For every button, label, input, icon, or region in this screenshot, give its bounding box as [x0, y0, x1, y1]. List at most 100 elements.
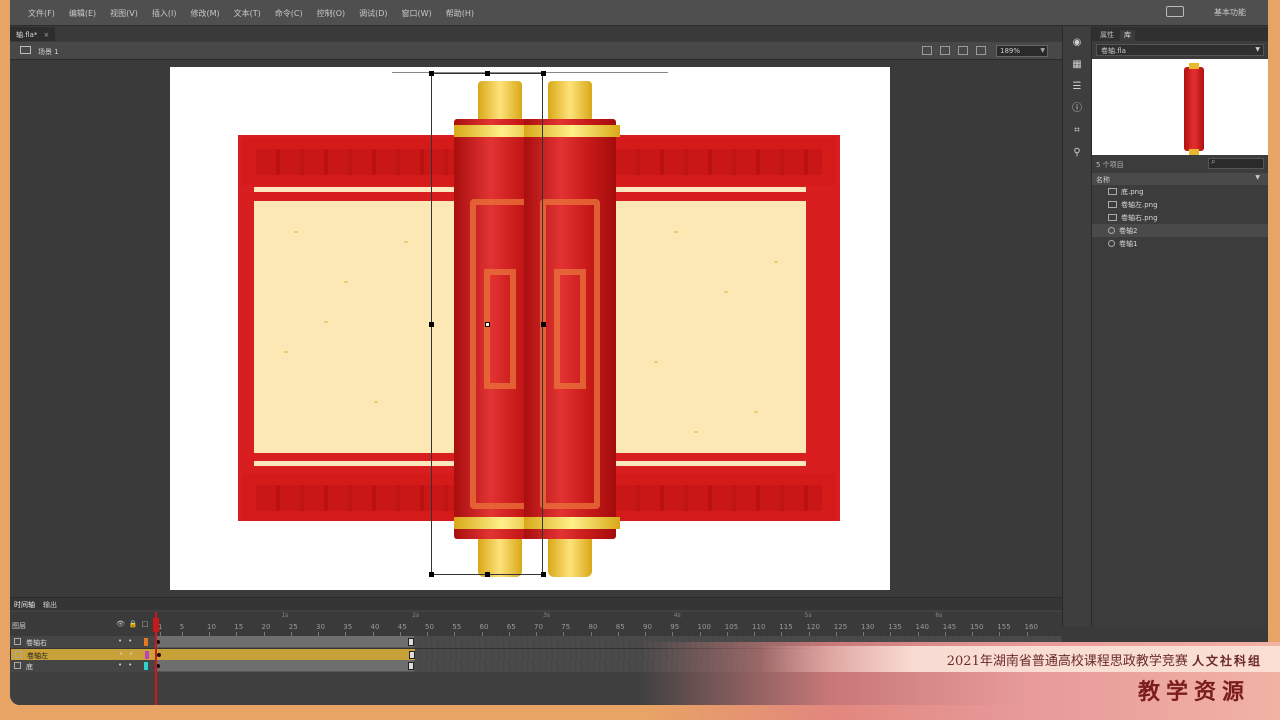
menu-commands[interactable]: 命令(C) — [275, 8, 303, 19]
tab-library[interactable]: 库 — [1120, 30, 1135, 41]
keyframe[interactable] — [157, 653, 161, 657]
bitmap-icon — [1108, 201, 1117, 208]
menu-window[interactable]: 窗口(W) — [402, 8, 432, 19]
menu-help[interactable]: 帮助(H) — [446, 8, 474, 19]
sync-settings-icon[interactable] — [1166, 6, 1184, 17]
library-header-name: 名称 — [1096, 176, 1110, 184]
playhead[interactable] — [153, 612, 159, 705]
edit-symbol-icon[interactable] — [940, 46, 950, 55]
library-item[interactable]: 卷轴右.png — [1092, 211, 1268, 224]
transform-handle[interactable] — [429, 572, 434, 577]
frame-ruler[interactable]: 1 5 10 15 20 25 30 35 40 45 50 55 60 65 70 75 80 85 90 95 10… — [156, 612, 1056, 636]
banner-title: 2021年湖南省普通高校课程思政教学竞赛 人文社科组 — [947, 650, 1262, 669]
panel-icon-strip: ◉ ▦ ☰ ⓘ ⌗ ⚲ — [1062, 27, 1092, 627]
scene-clapper-icon[interactable] — [20, 46, 31, 54]
second-marker: 3s — [542, 612, 550, 619]
close-icon[interactable]: × — [43, 31, 49, 39]
transform-pivot[interactable] — [485, 322, 490, 327]
frame-number: 105 — [724, 623, 739, 631]
center-stage-icon[interactable] — [958, 46, 968, 55]
library-file-select[interactable]: 卷轴.fla ▼ — [1096, 44, 1264, 56]
layers-header: 图层 — [12, 622, 26, 630]
library-item[interactable]: 卷轴左.png — [1092, 198, 1268, 211]
transform-icon[interactable]: ⌗ — [1071, 125, 1083, 137]
transform-handle[interactable] — [429, 322, 434, 327]
second-marker: 4s — [673, 612, 681, 619]
menu-file[interactable]: 文件(F) — [28, 8, 55, 19]
swatches-icon[interactable]: ▦ — [1071, 59, 1083, 71]
layer-name: 底 — [26, 663, 33, 671]
symbol-icon — [1108, 227, 1115, 234]
frame-number: 50 — [425, 623, 434, 631]
competition-banner: 2021年湖南省普通高校课程思政教学竞赛 人文社科组 教学资源 — [640, 642, 1280, 720]
library-item[interactable]: 底.png — [1092, 185, 1268, 198]
frame-number: 55 — [452, 623, 462, 631]
frame-number: 20 — [261, 623, 271, 631]
symbol-icon — [1108, 240, 1115, 247]
pasteboard[interactable] — [10, 61, 1062, 597]
layer-toggle-icons[interactable]: 👁🔒□ — [116, 620, 152, 628]
menu-edit[interactable]: 编辑(E) — [69, 8, 96, 19]
layer-color-swatch[interactable] — [145, 651, 149, 659]
tab-timeline[interactable]: 时间轴 — [14, 600, 35, 609]
tab-output[interactable]: 输出 — [43, 600, 57, 609]
frame-number: 100 — [697, 623, 711, 631]
banner-subtitle: 教学资源 — [1137, 679, 1250, 705]
chevron-down-icon: ▼ — [1040, 47, 1045, 54]
layer-name: 卷轴右 — [26, 639, 47, 647]
document-tab[interactable]: 轴.fla* × — [10, 27, 56, 41]
frame-number: 65 — [506, 623, 516, 631]
library-search-input[interactable] — [1208, 157, 1264, 169]
transform-handle[interactable] — [541, 322, 546, 327]
layer-visibility-dots[interactable]: •• — [118, 661, 138, 669]
transform-handle[interactable] — [485, 572, 490, 577]
frame-number: 40 — [370, 623, 380, 631]
transform-handle[interactable] — [429, 71, 434, 76]
menu-text[interactable]: 文本(T) — [234, 8, 261, 19]
layer-color-swatch[interactable] — [144, 662, 148, 670]
library-item[interactable]: 卷轴2 — [1092, 224, 1268, 237]
banner-group-text: 人文社科组 — [1191, 654, 1262, 668]
stage[interactable] — [170, 67, 890, 590]
scene-tools — [922, 46, 986, 55]
tab-properties[interactable]: 属性 — [1096, 30, 1118, 41]
transform-handle[interactable] — [541, 71, 546, 76]
scene-bar: 场景 1 189% ▼ — [10, 42, 1062, 60]
clip-stage-icon[interactable] — [976, 46, 986, 55]
playhead-marker[interactable] — [153, 618, 159, 632]
library-column-header[interactable]: 名称 ▼ — [1092, 173, 1268, 185]
frame-number: 150 — [970, 623, 984, 631]
menu-list: 文件(F) 编辑(E) 视图(V) 插入(I) 修改(M) 文本(T) 命令(C… — [28, 8, 474, 19]
library-item[interactable]: 卷轴1 — [1092, 237, 1268, 250]
frame-number: 90 — [643, 623, 652, 631]
transform-handle[interactable] — [485, 71, 490, 76]
library-count-text: 5 个项目 — [1096, 161, 1124, 169]
color-icon[interactable]: ◉ — [1071, 37, 1083, 49]
frame-number: 60 — [479, 623, 489, 631]
layer-visibility-dots[interactable]: •• — [119, 650, 139, 658]
frame-number: 125 — [833, 623, 848, 631]
menu-view[interactable]: 视图(V) — [110, 8, 138, 19]
workspace-switcher[interactable]: 基本功能 — [1214, 7, 1246, 18]
layer-frames[interactable] — [156, 660, 414, 672]
edit-scene-icon[interactable] — [922, 46, 932, 55]
info-icon[interactable]: ⓘ — [1071, 103, 1083, 115]
align-icon[interactable]: ☰ — [1071, 81, 1083, 93]
frame-number: 95 — [670, 623, 680, 631]
second-marker: 2s — [412, 612, 420, 619]
menu-debug[interactable]: 调试(D) — [359, 8, 387, 19]
zoom-select[interactable]: 189% ▼ — [996, 45, 1048, 57]
second-marker: 6s — [935, 612, 943, 619]
menu-control[interactable]: 控制(O) — [317, 8, 346, 19]
chevron-down-icon: ▼ — [1255, 46, 1260, 53]
library-tabs: 属性 库 — [1092, 27, 1268, 41]
scene-name: 场景 1 — [38, 48, 59, 56]
layer-frames[interactable] — [156, 636, 414, 648]
menu-modify[interactable]: 修改(M) — [190, 8, 219, 19]
menu-insert[interactable]: 插入(I) — [152, 8, 177, 19]
layer-color-swatch[interactable] — [144, 638, 148, 646]
transform-handle[interactable] — [541, 572, 546, 577]
frame-number: 120 — [806, 623, 820, 631]
components-icon[interactable]: ⚲ — [1071, 147, 1083, 159]
layer-visibility-dots[interactable]: •• — [118, 637, 138, 645]
